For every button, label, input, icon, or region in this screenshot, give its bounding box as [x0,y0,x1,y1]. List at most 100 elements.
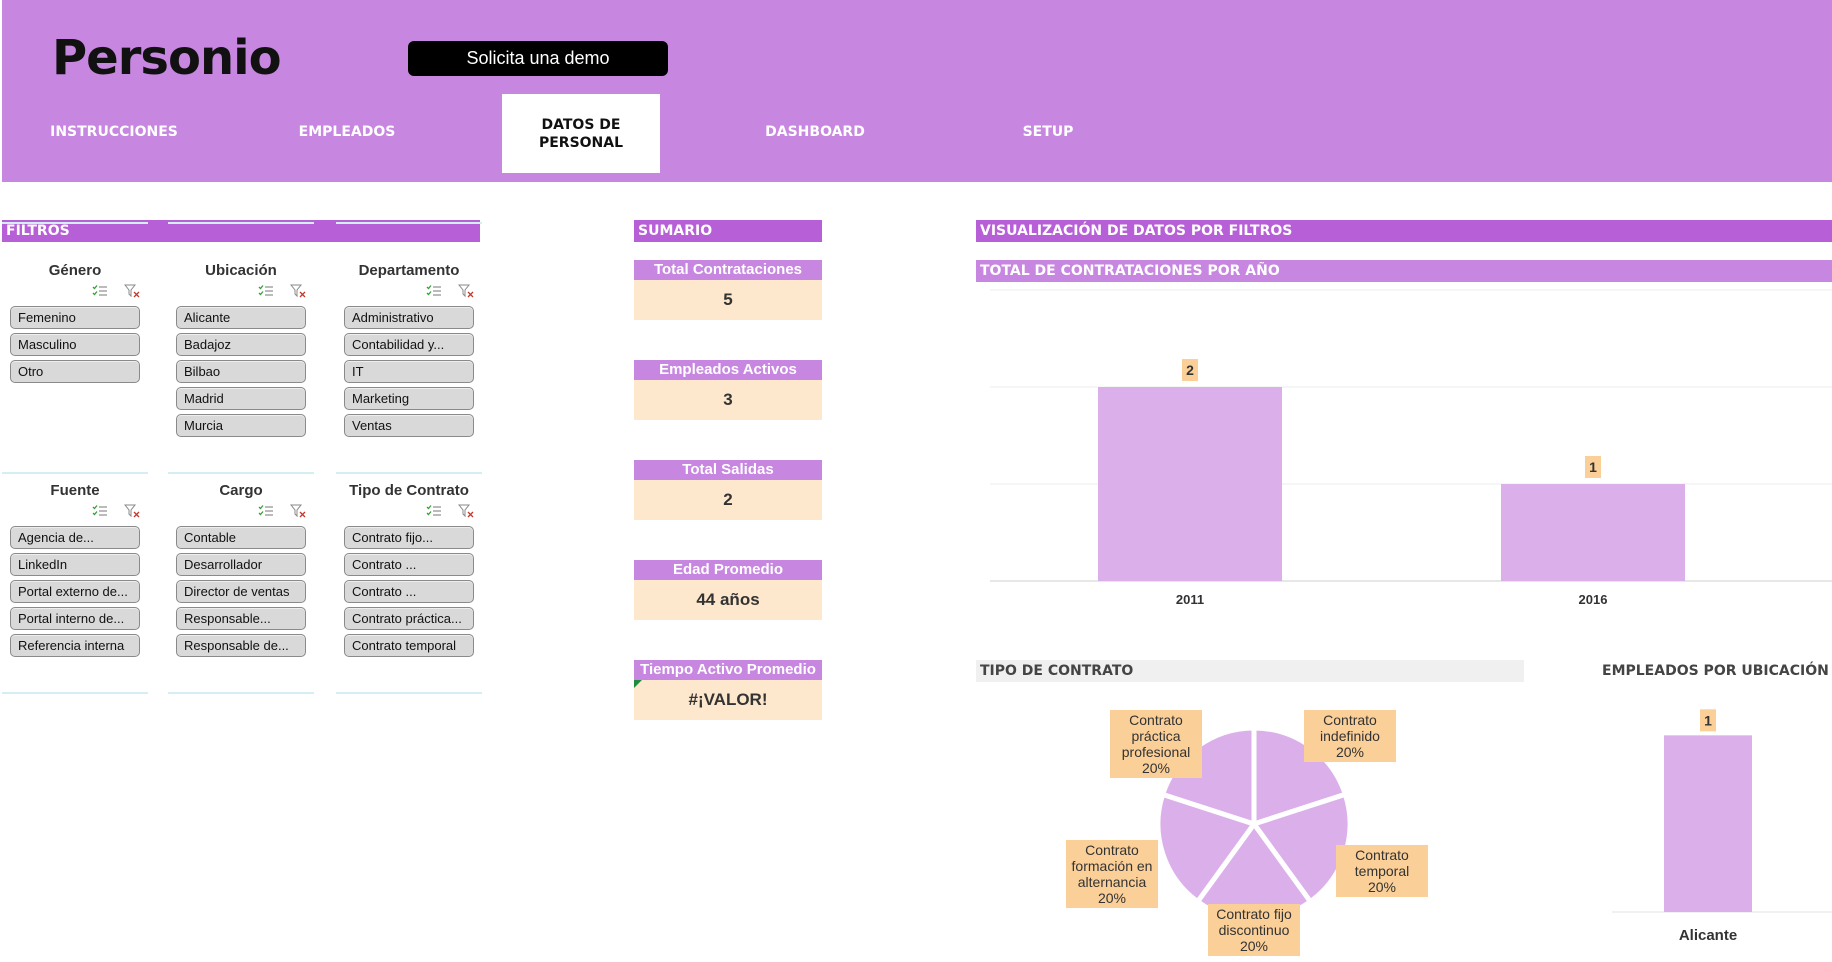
pie-label: Contrato [1085,842,1139,858]
pie-label: profesional [1122,744,1191,760]
slicer-item[interactable]: LinkedIn [10,553,140,576]
summary-card-value: 5 [634,280,822,320]
tab-dashboard[interactable]: DASHBOARD [735,112,895,152]
slicer-divider [168,222,314,224]
x-tick-label: 2011 [1176,592,1204,607]
slicer-divider [168,472,314,474]
slicer-item[interactable]: Contrato ... [344,553,474,576]
slicer-title: Fuente [50,482,100,499]
summary-card-label: Total Salidas [634,460,822,480]
hires-by-year-chart: 2 2011 1 2016 [990,289,1832,607]
pie-label: práctica [1131,728,1180,744]
slicer-toolbar [168,282,314,302]
pie-label: temporal [1355,863,1409,879]
summary-card-label: Edad Promedio [634,560,822,580]
slicer-item[interactable]: Femenino [10,306,140,329]
slicer-item[interactable]: Desarrollador [176,553,306,576]
pie-label: 20% [1240,938,1268,954]
summary-card-label: Tiempo Activo Promedio [634,660,822,680]
slicer-toolbar [2,502,148,522]
slicer-item[interactable]: Contabilidad y... [344,333,474,356]
slicer-toolbar [336,502,482,522]
slicer-item[interactable]: Badajoz [176,333,306,356]
slicer-divider [168,692,314,694]
contract-chart-title: TIPO DE CONTRATO [976,660,1524,682]
slicer-item[interactable]: Alicante [176,306,306,329]
slicer-title: Cargo [219,482,263,499]
slicer-item[interactable]: Responsable de... [176,634,306,657]
pie-label: Contrato fijo [1216,906,1292,922]
slicer-item[interactable]: Contable [176,526,306,549]
clear-filter-icon[interactable] [458,284,474,298]
multi-select-icon[interactable] [92,504,108,518]
summary-card-value: #¡VALOR! [634,680,822,720]
bar-2011 [1098,387,1282,581]
bar-Alicante [1664,735,1752,912]
slicer-item[interactable]: Masculino [10,333,140,356]
slicer-item[interactable]: IT [344,360,474,383]
slicer-divider [336,472,482,474]
summary-card-label: Empleados Activos [634,360,822,380]
data-label: 1 [1704,712,1712,728]
slicer-item[interactable]: Ventas [344,414,474,437]
clear-filter-icon[interactable] [458,504,474,518]
slicer-toolbar [168,502,314,522]
clear-filter-icon[interactable] [290,284,306,298]
slicer-item[interactable]: Contrato práctica... [344,607,474,630]
cell-error-flag [634,680,642,688]
summary-card-value: 44 años [634,580,822,620]
multi-select-icon[interactable] [426,504,442,518]
multi-select-icon[interactable] [258,284,274,298]
multi-select-icon[interactable] [258,504,274,518]
slicer-item[interactable]: Contrato fijo... [344,526,474,549]
slicer-item[interactable]: Bilbao [176,360,306,383]
pie-label: formación en [1072,858,1153,874]
multi-select-icon[interactable] [426,284,442,298]
slicer-divider [336,222,482,224]
slicer-toolbar [2,282,148,302]
summary-section-title: SUMARIO [634,220,822,242]
clear-filter-icon[interactable] [290,504,306,518]
slicer-item[interactable]: Madrid [176,387,306,410]
slicer-divider [2,472,148,474]
pie-label: 20% [1098,890,1126,906]
multi-select-icon[interactable] [92,284,108,298]
slicer-item[interactable]: Administrativo [344,306,474,329]
tab-setup[interactable]: SETUP [968,112,1128,152]
contract-type-pie-chart: Contratoindefinido20%Contratotemporal20%… [1066,710,1428,956]
hires-chart-title: TOTAL DE CONTRATACIONES POR AÑO [976,260,1832,282]
tab-instrucciones[interactable]: INSTRUCCIONES [34,112,194,152]
data-label: 2 [1186,362,1194,378]
slicer-title: Departamento [358,262,460,279]
pie-label: Contrato [1355,847,1409,863]
personio-logo: Personio [52,30,282,86]
slicer-item[interactable]: Murcia [176,414,306,437]
request-demo-button[interactable]: Solicita una demo [408,41,668,76]
tab-datos-de-personal[interactable]: DATOS DE PERSONAL [502,94,660,173]
slicer-item[interactable]: Agencia de... [10,526,140,549]
summary-card-value: 3 [634,380,822,420]
clear-filter-icon[interactable] [124,284,140,298]
slicer-item[interactable]: Portal externo de... [10,580,140,603]
slicer-item[interactable]: Otro [10,360,140,383]
slicer-item[interactable]: Contrato temporal [344,634,474,657]
summary-card-label: Total Contrataciones [634,260,822,280]
slicer-item[interactable]: Contrato ... [344,580,474,603]
slicer-item[interactable]: Director de ventas [176,580,306,603]
tab-empleados[interactable]: EMPLEADOS [267,112,427,152]
slicer-item[interactable]: Referencia interna [10,634,140,657]
slicer-item[interactable]: Responsable... [176,607,306,630]
slicer-divider [336,692,482,694]
x-tick-label: 2016 [1579,592,1608,607]
x-tick-label: Alicante [1679,927,1737,944]
summary-card-value: 2 [634,480,822,520]
slicer-item[interactable]: Portal interno de... [10,607,140,630]
clear-filter-icon[interactable] [124,504,140,518]
slicer-5: Tipo de Contrato Contrato fijo... Contrato… [336,482,482,657]
pie-label: alternancia [1078,874,1147,890]
employees-by-location-chart: 1 Alicante [1612,709,1832,944]
slicer-item[interactable]: Marketing [344,387,474,410]
slicer-divider [2,222,148,224]
slicer-1: Ubicación Alicante Badajoz Bilbao Madrid Murc… [168,262,314,437]
app-header: Personio Solicita una demo INSTRUCCIONES… [2,0,1832,182]
